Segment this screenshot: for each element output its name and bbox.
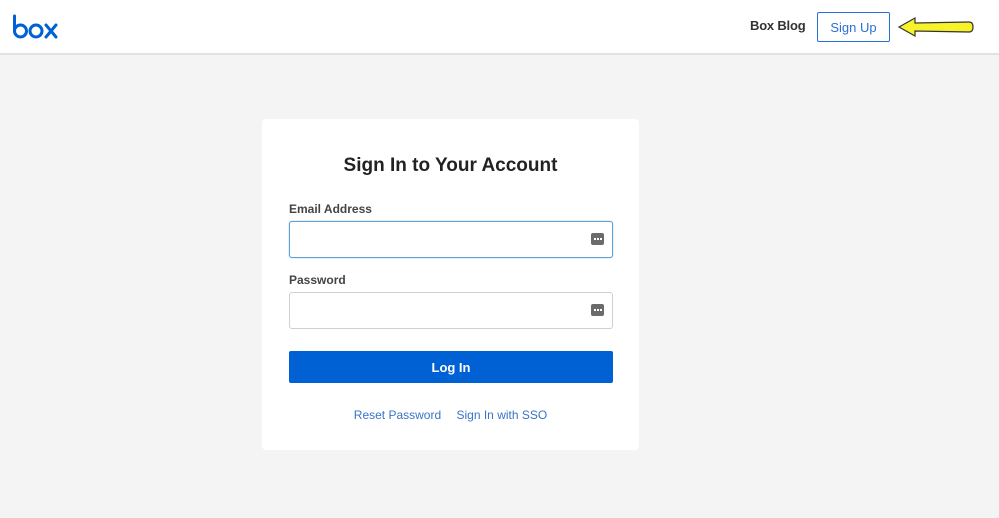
sso-sign-in-link[interactable]: Sign In with SSO — [457, 408, 548, 422]
password-field[interactable] — [290, 293, 612, 328]
log-in-button[interactable]: Log In — [289, 351, 613, 383]
top-header: Box Blog Sign Up — [0, 0, 999, 55]
box-blog-link[interactable]: Box Blog — [750, 18, 806, 33]
password-manager-icon[interactable] — [591, 304, 604, 316]
password-label: Password — [289, 273, 346, 287]
sign-up-button[interactable]: Sign Up — [817, 12, 890, 42]
email-field-wrapper — [289, 221, 613, 258]
annotation-arrow-icon — [897, 16, 974, 38]
page-title: Sign In to Your Account — [343, 155, 558, 176]
email-field[interactable] — [290, 222, 612, 257]
sign-in-card: Sign In to Your Account Email Address Pa… — [262, 119, 639, 450]
box-logo[interactable] — [12, 14, 58, 40]
password-field-wrapper — [289, 292, 613, 329]
email-label: Email Address — [289, 202, 372, 216]
password-manager-icon[interactable] — [591, 233, 604, 245]
reset-password-link[interactable]: Reset Password — [354, 408, 441, 422]
auth-links: Reset Password Sign In with SSO — [262, 408, 639, 422]
